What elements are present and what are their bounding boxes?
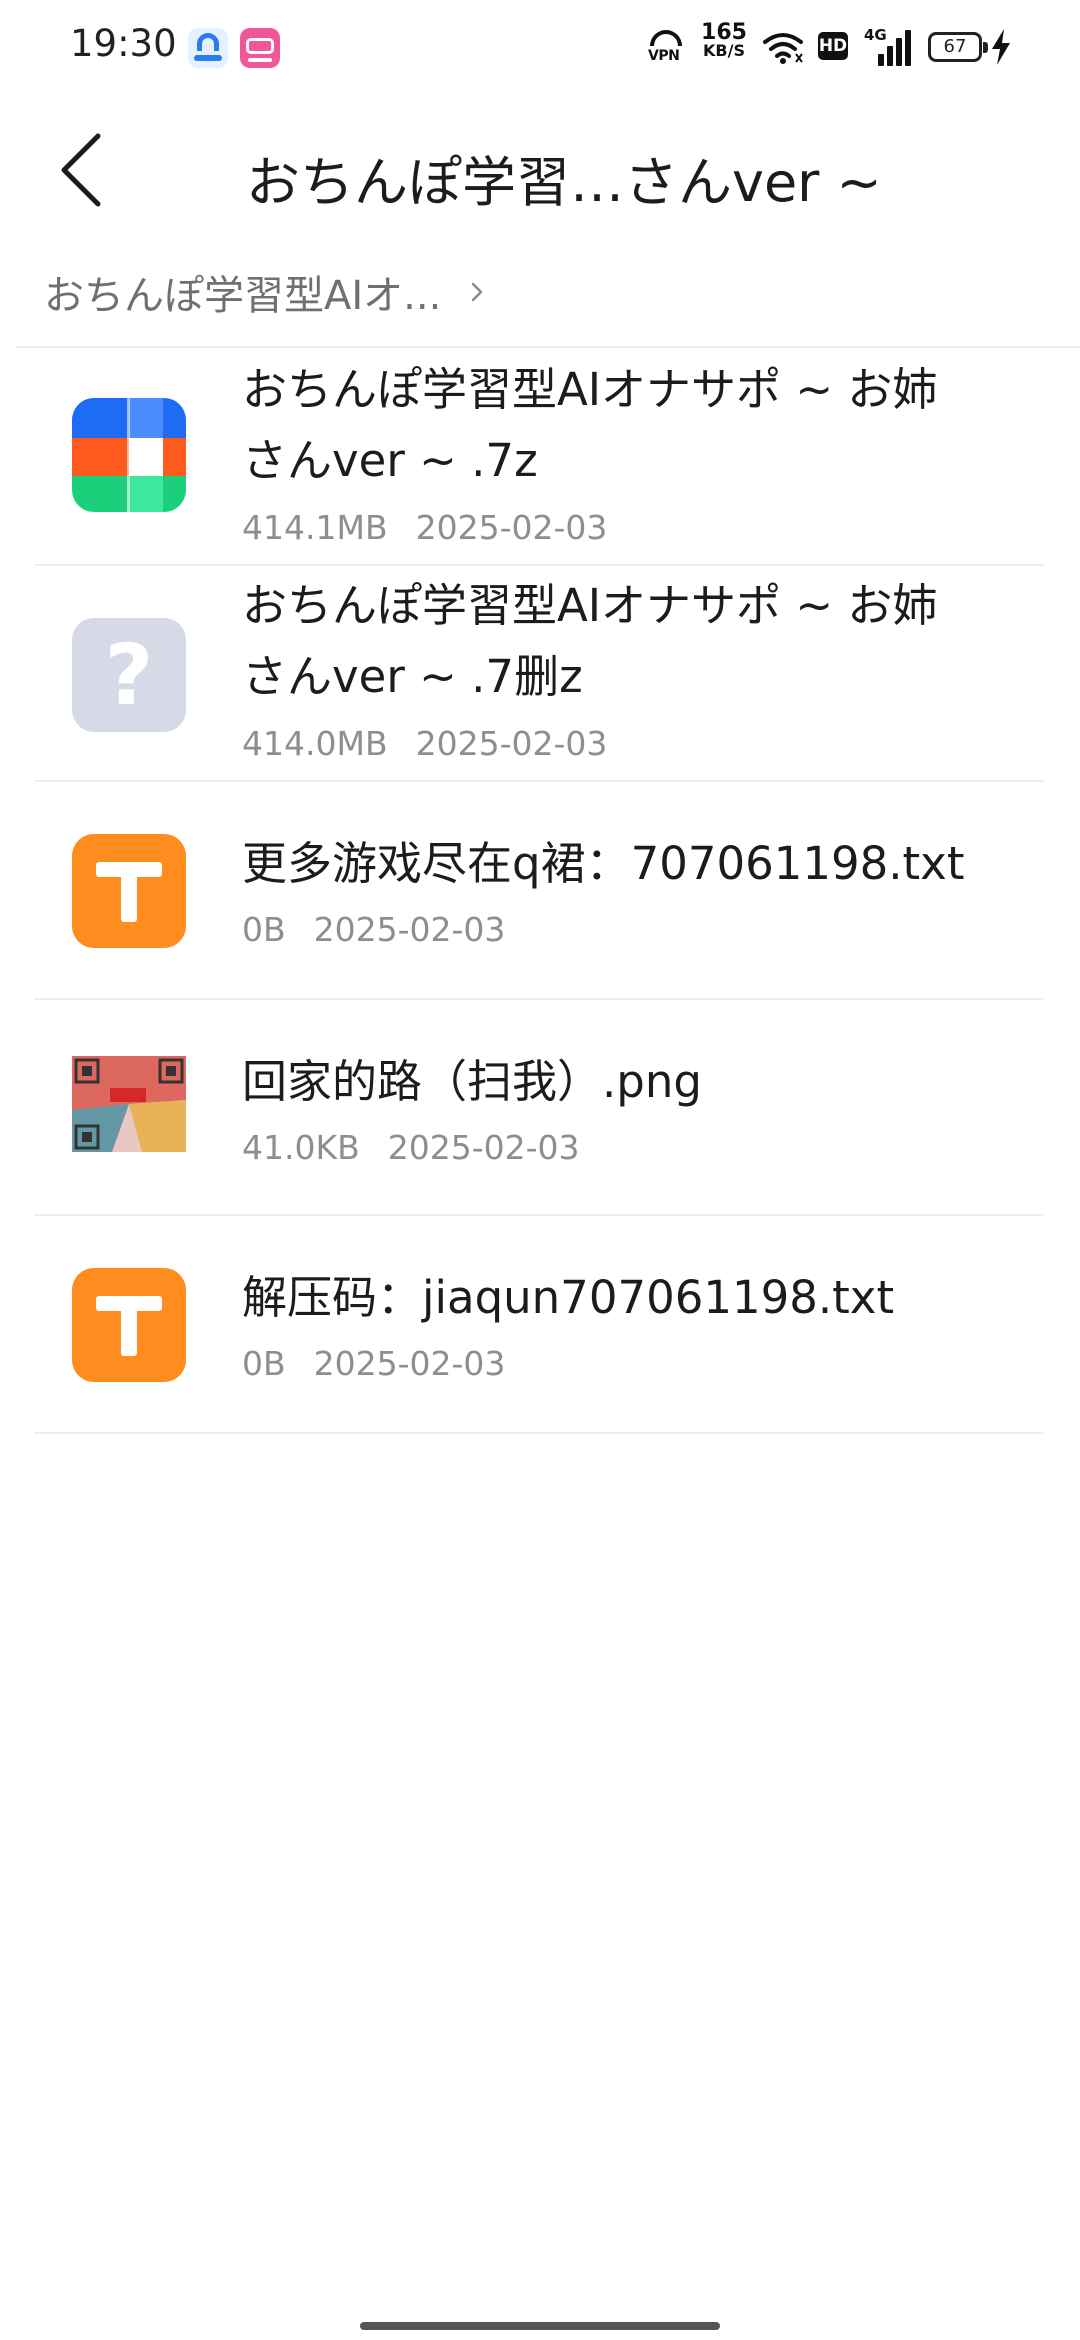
network-speed: 165 KB/S: [698, 20, 750, 60]
image-thumbnail: [72, 1040, 186, 1154]
list-item[interactable]: おちんぽ学習型AIオナサポ ~ お姉さんver ~ .7z 414.1MB 202…: [0, 348, 1080, 566]
file-date: 2025-02-03: [313, 1344, 506, 1383]
charging-icon: [992, 29, 1010, 65]
file-meta: 0B 2025-02-03: [242, 910, 505, 949]
file-size: 0B: [242, 910, 286, 949]
list-item[interactable]: 回家的路（扫我）.png 41.0KB 2025-02-03: [0, 1000, 1080, 1216]
breadcrumb-item-folder[interactable]: おちんぽ学習型AIオ...: [44, 263, 441, 321]
wifi-icon: [763, 33, 803, 64]
file-date: 2025-02-03: [313, 910, 506, 949]
home-indicator[interactable]: [360, 2322, 720, 2330]
file-date: 2025-02-03: [387, 1128, 580, 1167]
file-date: 2025-02-03: [415, 724, 608, 763]
list-item[interactable]: ? おちんぽ学習型AIオナサポ ~ お姉さんver ~ .7删z 414.0MB…: [0, 566, 1080, 782]
file-size: 414.1MB: [242, 508, 388, 547]
text-file-icon: [72, 1268, 186, 1382]
network-speed-unit: KB/S: [703, 41, 745, 60]
file-meta: 0B 2025-02-03: [242, 1344, 505, 1383]
file-size: 414.0MB: [242, 724, 388, 763]
network-type: 4G: [864, 26, 887, 44]
back-button[interactable]: [52, 130, 122, 210]
network-speed-value: 165: [701, 20, 747, 45]
file-meta: 414.1MB 2025-02-03: [242, 508, 607, 547]
battery-level: 67: [943, 36, 967, 57]
file-date: 2025-02-03: [415, 508, 608, 547]
text-file-icon: [72, 834, 186, 948]
status-bar: 19:30 VPN 165 KB/S HD 4G 67: [0, 0, 1080, 100]
list-item[interactable]: 更多游戏尽在q裙：707061198.txt 0B 2025-02-03: [0, 782, 1080, 1000]
page-title: おちんぽ学習…さんver ~: [246, 151, 882, 214]
notification-app-icon: [188, 28, 228, 68]
hd-icon: HD: [818, 32, 848, 60]
file-name: 更多游戏尽在q裙：707061198.txt: [242, 837, 965, 890]
file-meta: 41.0KB 2025-02-03: [242, 1128, 580, 1167]
vpn-label: VPN: [648, 48, 680, 64]
divider: [34, 1432, 1044, 1434]
status-time: 19:30: [70, 22, 177, 65]
battery-icon: 67: [928, 32, 988, 62]
file-size: 0B: [242, 1344, 286, 1383]
header: おちんぽ学習…さんver ~: [0, 100, 1080, 240]
file-size: 41.0KB: [242, 1128, 360, 1167]
file-meta: 414.0MB 2025-02-03: [242, 724, 607, 763]
bilibili-notification-icon: [240, 28, 280, 68]
cellular-signal-icon: 4G: [864, 26, 912, 68]
archive-icon: [72, 398, 186, 512]
chevron-right-icon: [472, 282, 483, 302]
file-name: 解压码：jiaqun707061198.txt: [242, 1271, 895, 1324]
vpn-icon: VPN: [648, 28, 686, 70]
file-name: おちんぽ学習型AIオナサポ ~ お姉さんver ~ .7删z: [242, 579, 938, 703]
file-list: おちんぽ学習型AIオナサポ ~ お姉さんver ~ .7z 414.1MB 202…: [0, 348, 1080, 1434]
file-name: 回家的路（扫我）.png: [242, 1055, 702, 1108]
unknown-file-icon: ?: [72, 618, 186, 732]
breadcrumb: おちんぽ学習型AIオ...: [44, 262, 487, 322]
file-name: おちんぽ学習型AIオナサポ ~ お姉さんver ~ .7z: [242, 363, 938, 487]
list-item[interactable]: 解压码：jiaqun707061198.txt 0B 2025-02-03: [0, 1216, 1080, 1434]
